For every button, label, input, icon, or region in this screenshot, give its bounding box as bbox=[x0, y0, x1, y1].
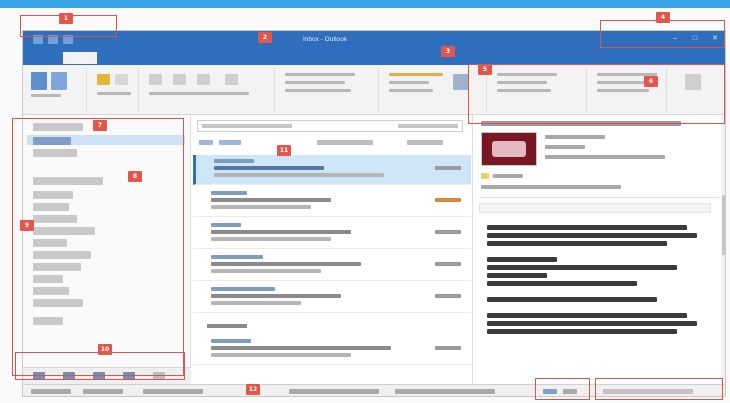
new-email-icon[interactable] bbox=[31, 72, 47, 90]
message-list bbox=[191, 115, 473, 384]
new-items-icon[interactable] bbox=[51, 72, 67, 90]
callout-badge: 5 bbox=[478, 64, 492, 75]
callout-badge: 6 bbox=[644, 76, 658, 87]
tab-send-receive[interactable] bbox=[105, 52, 133, 64]
ribbon-group-delete bbox=[91, 68, 139, 112]
callout-box-10 bbox=[15, 352, 185, 380]
callout-badge: 8 bbox=[128, 171, 142, 182]
move-icon[interactable] bbox=[453, 74, 469, 90]
filter-unread[interactable] bbox=[219, 140, 241, 145]
callout-box-status-right bbox=[595, 378, 723, 400]
list-item[interactable] bbox=[193, 219, 471, 249]
callout-badge: 3 bbox=[441, 46, 455, 57]
reading-pane bbox=[473, 115, 725, 384]
sort-order[interactable] bbox=[407, 140, 443, 145]
callout-badge: 2 bbox=[258, 32, 272, 43]
info-bar bbox=[479, 203, 711, 213]
search-input[interactable] bbox=[197, 120, 463, 132]
list-item[interactable] bbox=[193, 187, 471, 217]
callout-badge: 12 bbox=[246, 384, 260, 395]
list-item[interactable] bbox=[193, 155, 471, 185]
callout-badge: 11 bbox=[277, 145, 291, 156]
reply-all-icon[interactable] bbox=[173, 74, 186, 85]
tab-view[interactable] bbox=[173, 52, 195, 64]
callout-box-status-left bbox=[535, 378, 590, 400]
tab-file[interactable] bbox=[27, 52, 37, 64]
list-item[interactable] bbox=[193, 283, 471, 313]
callout-badge: 1 bbox=[59, 13, 73, 24]
tab-developer[interactable] bbox=[203, 52, 229, 64]
sort-by[interactable] bbox=[317, 140, 373, 145]
callout-box-4 bbox=[600, 20, 725, 48]
tab-folder[interactable] bbox=[141, 52, 165, 64]
sender-photo bbox=[481, 132, 537, 166]
reading-scrollbar[interactable] bbox=[721, 115, 725, 384]
callout-badge: 7 bbox=[93, 120, 107, 131]
list-item[interactable] bbox=[193, 251, 471, 281]
tab-home[interactable] bbox=[63, 52, 97, 64]
category-chip[interactable] bbox=[481, 173, 489, 179]
ribbon-tabs bbox=[23, 49, 725, 65]
reply-icon[interactable] bbox=[149, 74, 162, 85]
message-list-filter bbox=[197, 137, 463, 149]
callout-badge: 10 bbox=[98, 344, 112, 355]
delete-icon[interactable] bbox=[115, 74, 128, 85]
ignore-icon[interactable] bbox=[97, 74, 110, 85]
window-title: Inbox - Outlook bbox=[303, 36, 348, 43]
ribbon-group-respond bbox=[143, 68, 275, 112]
search-scope[interactable] bbox=[398, 124, 458, 128]
filter-all[interactable] bbox=[199, 140, 213, 145]
callout-box-9 bbox=[12, 118, 184, 376]
ribbon-group-quick-steps bbox=[279, 68, 379, 112]
list-item[interactable] bbox=[193, 335, 471, 365]
top-color-band bbox=[0, 0, 730, 8]
meeting-icon[interactable] bbox=[225, 74, 238, 85]
callout-box-6 bbox=[468, 64, 725, 124]
forward-icon[interactable] bbox=[197, 74, 210, 85]
ribbon-group-new bbox=[27, 68, 87, 112]
callout-badge: 9 bbox=[20, 220, 34, 231]
callout-badge: 4 bbox=[656, 12, 670, 23]
